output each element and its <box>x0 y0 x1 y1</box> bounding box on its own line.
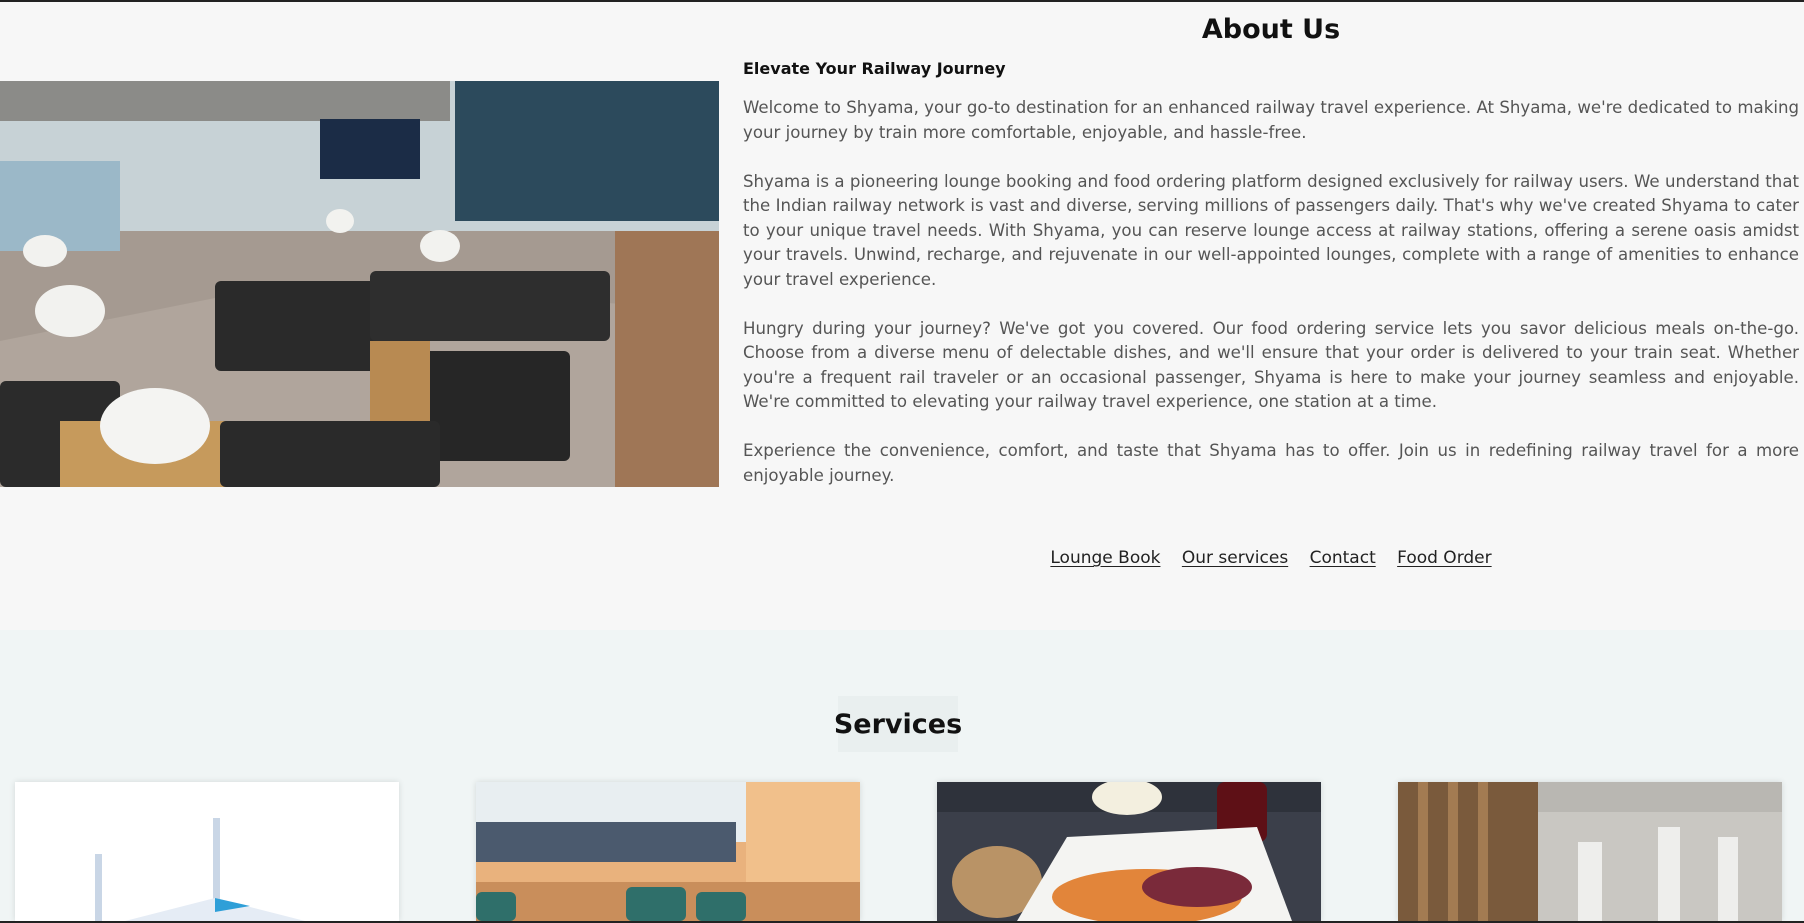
about-section: About Us Elevate Your Railway Journey We… <box>0 2 1804 630</box>
service-card-washroom[interactable] <box>1398 782 1782 921</box>
about-text: Welcome to Shyama, your go-to destinatio… <box>743 96 1799 513</box>
about-subtitle: Elevate Your Railway Journey <box>743 59 1006 78</box>
washroom-illustration <box>1398 782 1782 921</box>
router-illustration <box>15 782 399 921</box>
lounge-illustration <box>0 81 719 487</box>
service-card-lounge[interactable] <box>476 782 860 921</box>
about-paragraph: Experience the convenience, comfort, and… <box>743 441 1799 485</box>
meal-tray-illustration <box>937 782 1321 921</box>
about-paragraph: Welcome to Shyama, your go-to destinatio… <box>743 98 1799 142</box>
about-paragraph: Shyama is a pioneering lounge booking an… <box>743 171 1799 289</box>
services-title: Services <box>834 696 962 752</box>
about-links: Lounge Book Our services Contact Food Or… <box>743 548 1799 568</box>
lounge-photo <box>0 81 719 487</box>
food-order-link[interactable]: Food Order <box>1397 548 1491 568</box>
about-title: About Us <box>1201 14 1341 45</box>
services-section: Services <box>0 630 1804 921</box>
service-card-food[interactable] <box>937 782 1321 921</box>
our-services-link[interactable]: Our services <box>1182 548 1288 568</box>
station-lounge-illustration <box>476 782 860 921</box>
contact-link[interactable]: Contact <box>1310 548 1376 568</box>
about-paragraph: Hungry during your journey? We've got yo… <box>743 318 1799 412</box>
service-card-wifi[interactable] <box>15 782 399 921</box>
lounge-book-link[interactable]: Lounge Book <box>1050 548 1160 568</box>
